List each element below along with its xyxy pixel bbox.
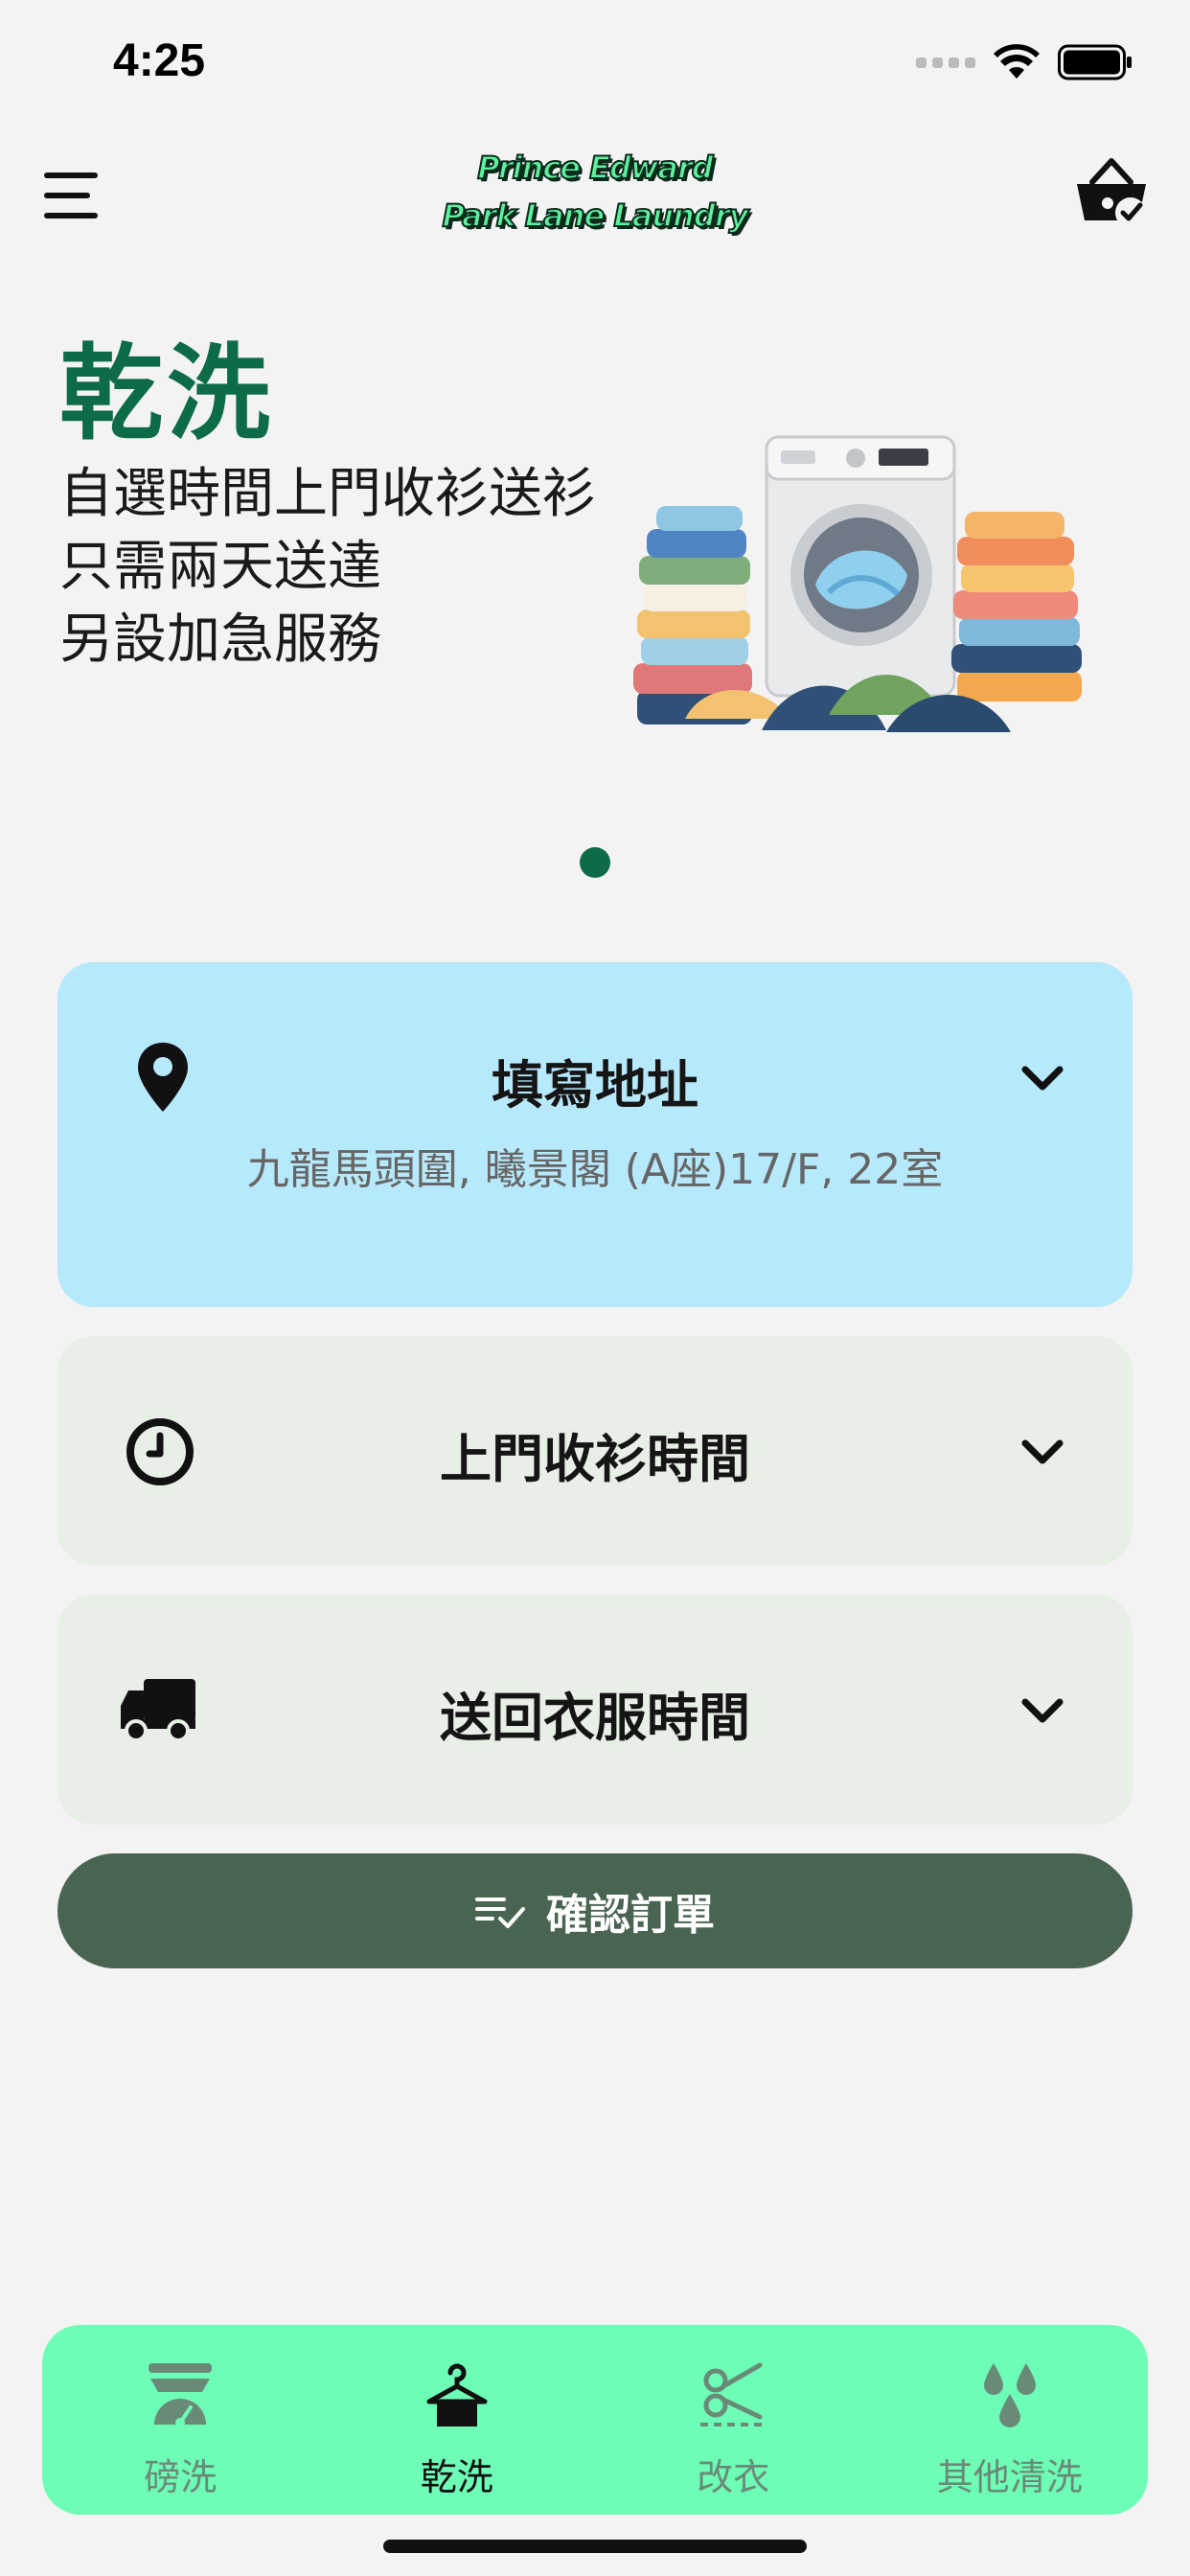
tab-weight-wash[interactable]: 磅洗 (42, 2325, 319, 2515)
service-title: 乾洗 (59, 334, 275, 454)
status-time: 4:25 (113, 35, 206, 86)
logo-line-2: Park Lane Laundry (442, 196, 750, 235)
shopping-basket-check-icon[interactable] (1071, 153, 1152, 234)
list-check-icon (475, 1898, 525, 1928)
description-line: 另設加急服務 (59, 609, 381, 671)
hanger-icon (426, 2363, 488, 2426)
carousel-page-indicator[interactable] (580, 847, 610, 878)
pickup-time-card[interactable]: 上門收衫時間 (57, 1336, 1133, 1566)
description-line: 只需兩天送達 (59, 536, 381, 598)
chevron-down-icon[interactable] (1019, 1696, 1065, 1725)
status-bar: 4:25 (0, 0, 1190, 134)
address-value: 九龍馬頭圍, 曦景閣 (A座)17/F, 22室 (246, 1145, 944, 1194)
service-description: 自選時間上門收衫送衫 只需兩天送達 另設加急服務 (59, 458, 596, 677)
tab-label: 乾洗 (420, 2456, 493, 2498)
tab-alterations[interactable]: 改衣 (595, 2325, 872, 2515)
tab-other-cleaning[interactable]: 其他清洗 (872, 2325, 1149, 2515)
battery-icon (1058, 44, 1132, 80)
tab-label: 改衣 (697, 2456, 770, 2498)
bottom-tab-bar: 磅洗 乾洗 改衣 其他清洗 (42, 2325, 1148, 2515)
water-drops-icon (983, 2363, 1036, 2427)
scale-icon (149, 2363, 213, 2427)
pickup-time-title: 上門收衫時間 (440, 1429, 750, 1489)
hero-banner: 乾洗 自選時間上門收衫送衫 只需兩天送達 另設加急服務 (0, 288, 1190, 786)
status-icons (916, 44, 1133, 80)
chevron-down-icon[interactable] (1019, 1064, 1065, 1092)
description-line: 自選時間上門收衫送衫 (59, 463, 596, 525)
tab-dry-clean[interactable]: 乾洗 (319, 2325, 596, 2515)
app-logo: Prince Edward Park Lane Laundry (403, 144, 787, 240)
return-time-card[interactable]: 送回衣服時間 (57, 1595, 1133, 1825)
washing-machine-illustration (633, 435, 1086, 732)
confirm-order-button[interactable]: 確認訂單 (57, 1853, 1133, 1968)
app-header: Prince Edward Park Lane Laundry (0, 144, 1190, 268)
address-card[interactable]: 填寫地址 九龍馬頭圍, 曦景閣 (A座)17/F, 22室 (57, 962, 1133, 1307)
chevron-down-icon[interactable] (1019, 1438, 1065, 1466)
return-time-title: 送回衣服時間 (440, 1688, 750, 1748)
tab-label: 磅洗 (144, 2456, 217, 2498)
logo-line-1: Prince Edward (476, 149, 714, 187)
cellular-signal-icon (916, 57, 975, 68)
hamburger-menu-icon[interactable] (44, 172, 103, 218)
tab-label: 其他清洗 (936, 2456, 1083, 2498)
address-card-title: 填寫地址 (492, 1055, 698, 1116)
scissors-icon (700, 2362, 767, 2426)
wifi-icon (994, 44, 1040, 79)
home-indicator[interactable] (383, 2540, 807, 2553)
confirm-order-label: 確認訂單 (546, 1891, 715, 1940)
